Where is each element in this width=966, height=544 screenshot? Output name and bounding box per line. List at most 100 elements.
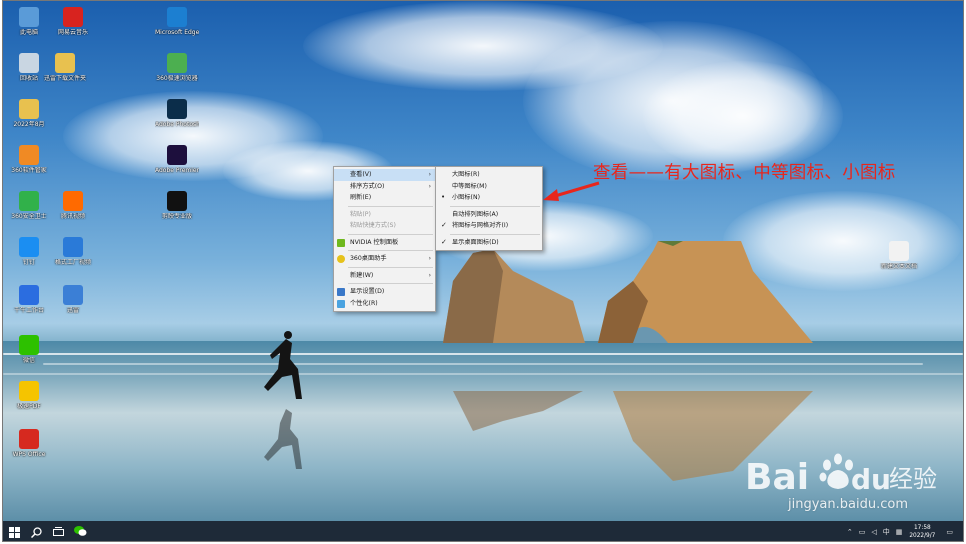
360-security-icon [19,191,39,211]
tencent-video-icon [63,191,83,211]
desktop-icon-label: Adobe Photoshop [155,121,199,128]
menu-separator [348,283,433,284]
desktop-icon-label: 剪映专业版 [161,213,192,220]
menu-item-paste-shortcut: 粘贴快捷方式(S) [350,222,396,229]
desktop-icon-label: 360极速浏览器 [156,75,198,82]
desktop-icon[interactable]: 360极速浏览器 [155,53,199,82]
runner-silhouette-image [264,331,302,469]
desktop-icon[interactable]: 钉钉 [7,237,51,266]
app-tray-icon[interactable]: ▦ [896,528,903,536]
desktop-icon[interactable]: 2022年8月 [7,99,51,128]
menu-separator [348,266,433,268]
desktop-icon[interactable]: Microsoft Edge [155,7,199,36]
text-file-icon [889,241,909,261]
desktop-icon-label: 钉钉 [22,259,35,266]
svg-text:经验: 经验 [889,465,937,493]
desktop-icon[interactable]: 迅雷下载文件夹 [43,53,87,82]
clock[interactable]: 17:58 2022/9/7 [909,524,935,540]
submenu-item-large-icons[interactable]: 大图标(R) [436,169,542,181]
capcut-icon [167,191,187,211]
network-icon[interactable]: ▭ [859,528,866,536]
desktop-icon-label: 迅雷 [66,307,79,314]
desktop-icon[interactable]: 此电脑 [7,7,51,36]
desktop-icon-label: 迅雷下载文件夹 [43,75,86,82]
submenu-item-show-desktop-icons[interactable]: ✓ 显示桌面图标(D) [436,237,542,249]
desktop-icon-label: 360软件管家 [11,167,47,174]
video-icon [63,237,83,257]
menu-item-360-desktop-assistant[interactable]: 360桌面助手 › [334,253,435,265]
menu-item-personalize[interactable]: 个性化(R) [334,298,435,310]
show-hidden-icons-icon[interactable]: ⌃ [847,528,853,536]
desktop-icon[interactable]: Adobe Premiere [155,145,199,174]
desktop-icon[interactable]: 微信 [7,335,51,364]
menu-separator [450,205,540,207]
desktop-icon-label: WPS Office [12,451,46,458]
menu-item-nvidia-control-panel[interactable]: NVIDIA 控制面板 [334,237,435,249]
search-icon[interactable] [25,521,47,541]
xunlei-icon [63,285,83,305]
desktop-icon[interactable]: 新建文本文档 [877,241,921,270]
menu-separator [450,233,540,235]
display-icon [337,288,345,296]
taskbar-wechat-icon[interactable] [69,521,91,541]
menu-item-sort-by[interactable]: 排序方式(O) › [334,181,435,193]
desktop-icon[interactable]: WPS Office [7,429,51,458]
notification-center-icon[interactable]: ▭ [946,528,953,536]
desktop-icon[interactable]: 迅雷 [51,285,95,314]
menu-item-display-settings[interactable]: 显示设置(D) [334,286,435,298]
desktop-icon[interactable]: 360安全卫士 [7,191,51,220]
menu-separator [348,233,433,235]
system-tray: ⌃ ▭ ◁ 中 ▦ 17:58 2022/9/7 ▭ [844,521,963,541]
ime-indicator[interactable]: 中 [883,527,890,537]
clock-time: 17:58 [913,525,931,531]
watermark-url: jingyan.baidu.com [788,497,908,512]
personalize-icon [337,299,345,308]
dingtalk-icon [19,237,39,257]
360-desktop-icon [337,255,345,263]
desktop-icon[interactable]: 网易云音乐 [51,7,95,36]
submenu-item-align-to-grid[interactable]: ✓ 将图标与网格对齐(I) [436,220,542,232]
desktop-icon-label: 千牛工作台 [13,307,44,314]
checkmark-icon: ✓ [441,237,447,246]
desktop-icon[interactable]: 腾讯视频 [51,191,95,220]
premiere-icon [167,145,187,165]
desktop-icon[interactable]: 剪映专业版 [155,191,199,220]
volume-icon[interactable]: ◁ [871,528,876,536]
menu-item-new[interactable]: 新建(W) › [334,270,435,282]
context-menu: 查看(V) › 排序方式(O) › 刷新(E) 粘贴(P) 粘贴快捷方式(S) NV… [333,166,436,312]
desktop-icon-label: 360安全卫士 [11,213,47,220]
submenu-item-medium-icons[interactable]: 中等图标(M) [436,181,542,193]
clock-date: 2022/9/7 [909,533,936,539]
edge-icon [167,7,187,27]
recycle-bin-icon [19,53,39,73]
submenu-item-auto-arrange[interactable]: 自动排列图标(A) [436,209,542,221]
desktop-icon-label: 2022年8月 [13,121,45,128]
selected-dot-icon: • [441,193,446,201]
desktop-icon[interactable]: 极速PDF [7,381,51,410]
svg-text:du: du [851,463,891,496]
svg-text:Bai: Bai [745,457,809,497]
desktop-icon[interactable]: 格式工厂视频 [51,237,95,266]
desktop-icon[interactable]: Adobe Photoshop [155,99,199,128]
cloud [643,61,843,171]
menu-separator [348,250,433,251]
menu-item-view[interactable]: 查看(V) › [334,169,435,181]
desktop-icon-label: 极速PDF [17,403,41,410]
desktop-icon[interactable]: 千牛工作台 [7,285,51,314]
checkmark-icon: ✓ [441,221,447,229]
taskbar: ⌃ ▭ ◁ 中 ▦ 17:58 2022/9/7 ▭ [3,521,963,541]
desktop-icon-label: Microsoft Edge [155,29,199,36]
task-view-icon[interactable] [47,521,69,541]
netease-music-icon [63,7,83,27]
desktop-icon[interactable]: 360软件管家 [7,145,51,174]
submenu-item-small-icons[interactable]: • 小图标(N) [436,192,542,204]
computer-icon [19,7,39,27]
desktop-background[interactable]: 此电脑 网易云音乐 Microsoft Edge 回收站 迅雷下载文件夹 360极速浏览器… [3,1,963,521]
qianniu-icon [19,285,39,305]
menu-item-refresh[interactable]: 刷新(E) [334,192,435,204]
baidu-logo-icon: Bai du 经验 [745,453,937,498]
desktop-icon-label: 此电脑 [19,29,38,36]
menu-item-paste: 粘贴(P) [350,210,371,218]
windows-start-icon[interactable] [3,521,25,541]
desktop-icon-label: 微信 [22,357,35,364]
